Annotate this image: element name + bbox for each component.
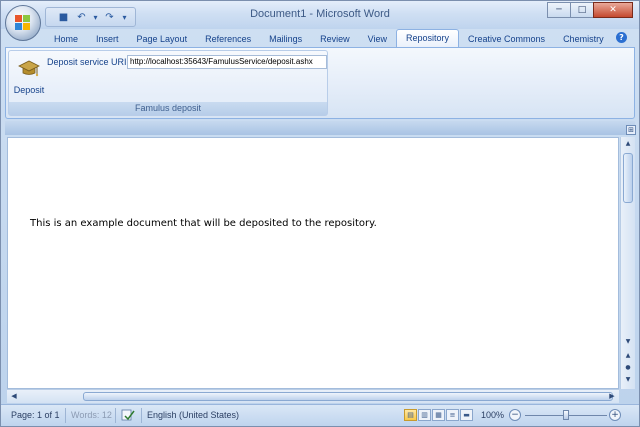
tab-creative-commons[interactable]: Creative Commons [459,31,554,47]
tab-chemistry[interactable]: Chemistry [554,31,613,47]
office-logo-icon [15,15,31,31]
deposit-button[interactable]: Deposit [12,55,46,95]
divider [141,408,142,423]
zoom-slider-thumb[interactable] [563,410,569,420]
tab-references[interactable]: References [196,31,260,47]
famulus-deposit-group: Deposit Deposit service URI http://local… [8,50,328,116]
undo-icon[interactable]: ↶ [74,10,89,24]
horizontal-scroll-thumb[interactable] [83,392,613,401]
quick-access-toolbar: ■ ↶ ▾ ↷ ▾ [45,7,136,27]
proofing-icon[interactable] [121,409,135,421]
full-screen-reading-view-icon[interactable]: ▥ [418,409,431,421]
zoom-in-icon[interactable]: + [609,409,621,421]
divider [115,408,116,423]
page-count[interactable]: Page: 1 of 1 [11,410,60,420]
zoom-level[interactable]: 100% [481,410,504,420]
maximize-button[interactable]: □ [570,2,594,18]
select-browse-object-icon[interactable]: ● [623,363,633,373]
previous-page-icon[interactable]: ▲ [623,351,633,361]
minimize-button[interactable]: ─ [547,2,571,18]
window-controls: ─ □ ✕ [547,2,633,18]
vertical-scroll-thumb[interactable] [623,153,633,203]
tab-page-layout[interactable]: Page Layout [128,31,197,47]
scroll-left-icon[interactable]: ◀ [9,391,19,402]
tab-mailings[interactable]: Mailings [260,31,311,47]
deposit-uri-input[interactable]: http://localhost:35643/FamulusService/de… [127,55,327,69]
customize-qat-icon[interactable]: ▾ [120,10,129,24]
office-button[interactable] [5,5,41,41]
horizontal-scrollbar[interactable]: ◀ ▶ [7,389,619,403]
vertical-scrollbar[interactable]: ▲ ▼ ▲ ● ▼ [620,137,635,389]
tab-home[interactable]: Home [45,31,87,47]
scroll-down-icon[interactable]: ▼ [623,337,633,347]
close-button[interactable]: ✕ [593,2,633,18]
deposit-uri-label: Deposit service URI [47,57,127,67]
word-window: Document1 - Microsoft Word ─ □ ✕ ■ ↶ ▾ ↷… [0,0,640,427]
zoom-out-icon[interactable]: − [509,409,521,421]
ribbon-tabs: Home Insert Page Layout References Maili… [45,29,613,47]
undo-dropdown-icon[interactable]: ▾ [92,10,99,24]
divider [65,408,66,423]
ribbon: Deposit Deposit service URI http://local… [5,47,635,119]
outline-view-icon[interactable]: ≡ [446,409,459,421]
tab-review[interactable]: Review [311,31,359,47]
scroll-right-icon[interactable]: ▶ [607,391,617,402]
deposit-button-label: Deposit [13,85,45,95]
web-layout-view-icon[interactable]: ▦ [432,409,445,421]
document-page[interactable]: This is an example document that will be… [7,137,619,389]
next-page-icon[interactable]: ▼ [623,375,633,385]
help-icon[interactable]: ? [616,32,627,43]
status-bar: Page: 1 of 1 Words: 12 English (United S… [1,404,639,426]
draft-view-icon[interactable]: ▬ [460,409,473,421]
tab-insert[interactable]: Insert [87,31,128,47]
print-layout-view-icon[interactable]: ▤ [404,409,417,421]
tab-repository[interactable]: Repository [396,29,460,47]
view-ruler-icon[interactable]: ⊞ [626,125,636,135]
scroll-up-icon[interactable]: ▲ [623,139,633,149]
group-label: Famulus deposit [9,102,327,115]
mortarboard-icon [18,60,40,77]
save-icon[interactable]: ■ [56,10,71,24]
redo-icon[interactable]: ↷ [102,10,117,24]
ruler-strip [5,121,635,135]
tab-view[interactable]: View [359,31,396,47]
word-count[interactable]: Words: 12 [71,410,112,420]
language-indicator[interactable]: English (United States) [147,410,239,420]
document-body-text: This is an example document that will be… [30,218,377,229]
